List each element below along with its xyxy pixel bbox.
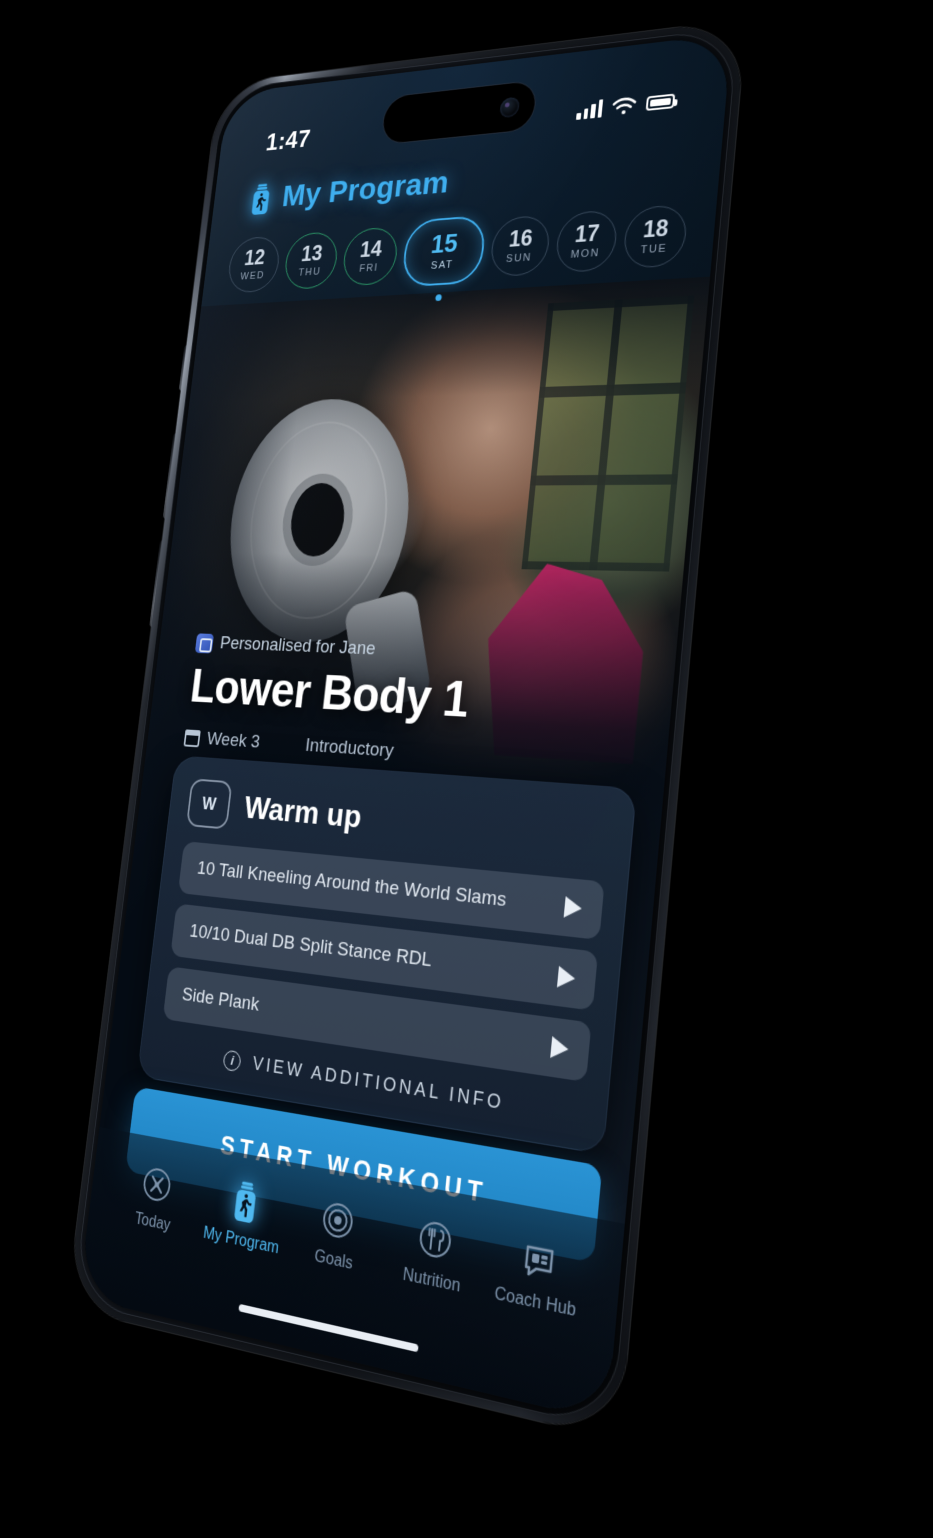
cutlery-icon — [414, 1214, 457, 1265]
tab-my-program[interactable]: My Program — [195, 1173, 293, 1260]
tab-label: Nutrition — [401, 1265, 462, 1297]
tab-nutrition[interactable]: Nutrition — [381, 1209, 489, 1302]
exercise-name: 10/10 Dual DB Split Stance RDL — [188, 920, 433, 972]
program-bottle-icon — [233, 1181, 256, 1224]
tab-label: My Program — [202, 1224, 280, 1258]
app-header: My Program — [248, 164, 451, 217]
today-icon — [138, 1161, 176, 1208]
chat-coach-icon — [516, 1234, 561, 1287]
date-number: 14 — [358, 236, 384, 262]
date-number: 15 — [429, 228, 460, 259]
date-weekday: FRI — [358, 262, 379, 275]
date-weekday: SAT — [430, 259, 454, 272]
play-icon[interactable] — [550, 1036, 570, 1061]
workout-title: Lower Body 1 — [187, 659, 472, 728]
date-chip-12[interactable]: 12 WED — [226, 235, 282, 294]
personalised-badge-icon — [194, 632, 215, 654]
date-chip-14[interactable]: 14 FRI — [340, 226, 400, 287]
personalised-label: Personalised for Jane — [219, 633, 377, 660]
wifi-icon — [611, 95, 638, 114]
front-camera-icon — [499, 96, 521, 119]
date-number: 13 — [300, 240, 324, 266]
date-weekday: SUN — [505, 251, 533, 265]
warmup-title: Warm up — [242, 788, 364, 835]
tab-today[interactable]: Today — [109, 1157, 203, 1242]
date-weekday: THU — [297, 266, 322, 279]
date-number: 12 — [243, 245, 267, 270]
hero-athlete-top — [476, 563, 651, 765]
status-clock: 1:47 — [264, 124, 312, 156]
date-strip[interactable]: 12 WED 13 THU 14 FRI 15 SAT 16 SUN 17 MO… — [226, 198, 700, 302]
view-additional-info-label: VIEW ADDITIONAL INFO — [251, 1052, 506, 1114]
date-chip-13[interactable]: 13 THU — [282, 230, 340, 291]
bottom-tab-bar: Today My Program Goals Nutrition Coach H… — [78, 1127, 625, 1422]
play-icon[interactable] — [556, 965, 577, 990]
page-title: My Program — [280, 164, 451, 214]
exercise-name: 10 Tall Kneeling Around the World Slams — [196, 858, 508, 912]
date-number: 16 — [507, 225, 534, 252]
warmup-badge: W — [185, 778, 233, 830]
tab-coach-hub[interactable]: Coach Hub — [482, 1228, 595, 1325]
date-chip-18[interactable]: 18 TUE — [621, 203, 689, 270]
warmup-card: W Warm up 10 Tall Kneeling Around the Wo… — [136, 755, 637, 1155]
tab-label: Coach Hub — [493, 1284, 577, 1321]
tab-label: Today — [134, 1210, 172, 1235]
info-circle-icon: i — [222, 1049, 243, 1072]
date-weekday: MON — [570, 247, 601, 261]
play-icon[interactable] — [563, 896, 583, 920]
date-chip-17[interactable]: 17 MON — [554, 209, 619, 274]
tab-label: Goals — [313, 1247, 354, 1274]
phone-mockup-stage: 1:47 My Program 12 WED 13 THU 14 FRI 15 … — [0, 0, 933, 1538]
date-chip-16[interactable]: 16 SUN — [488, 214, 552, 278]
week-label: Week 3 — [205, 728, 261, 753]
date-chip-15-selected[interactable]: 15 SAT — [400, 214, 488, 302]
target-icon — [317, 1196, 358, 1246]
program-bottle-icon — [251, 183, 270, 215]
exercise-name: Side Plank — [180, 984, 261, 1016]
date-number: 17 — [573, 220, 601, 248]
hero-gym-window — [521, 295, 695, 572]
date-weekday: WED — [239, 269, 266, 283]
signal-bars-icon — [576, 98, 604, 120]
calendar-icon — [183, 729, 201, 748]
phone-device: 1:47 My Program 12 WED 13 THU 14 FRI 15 … — [66, 19, 747, 1441]
